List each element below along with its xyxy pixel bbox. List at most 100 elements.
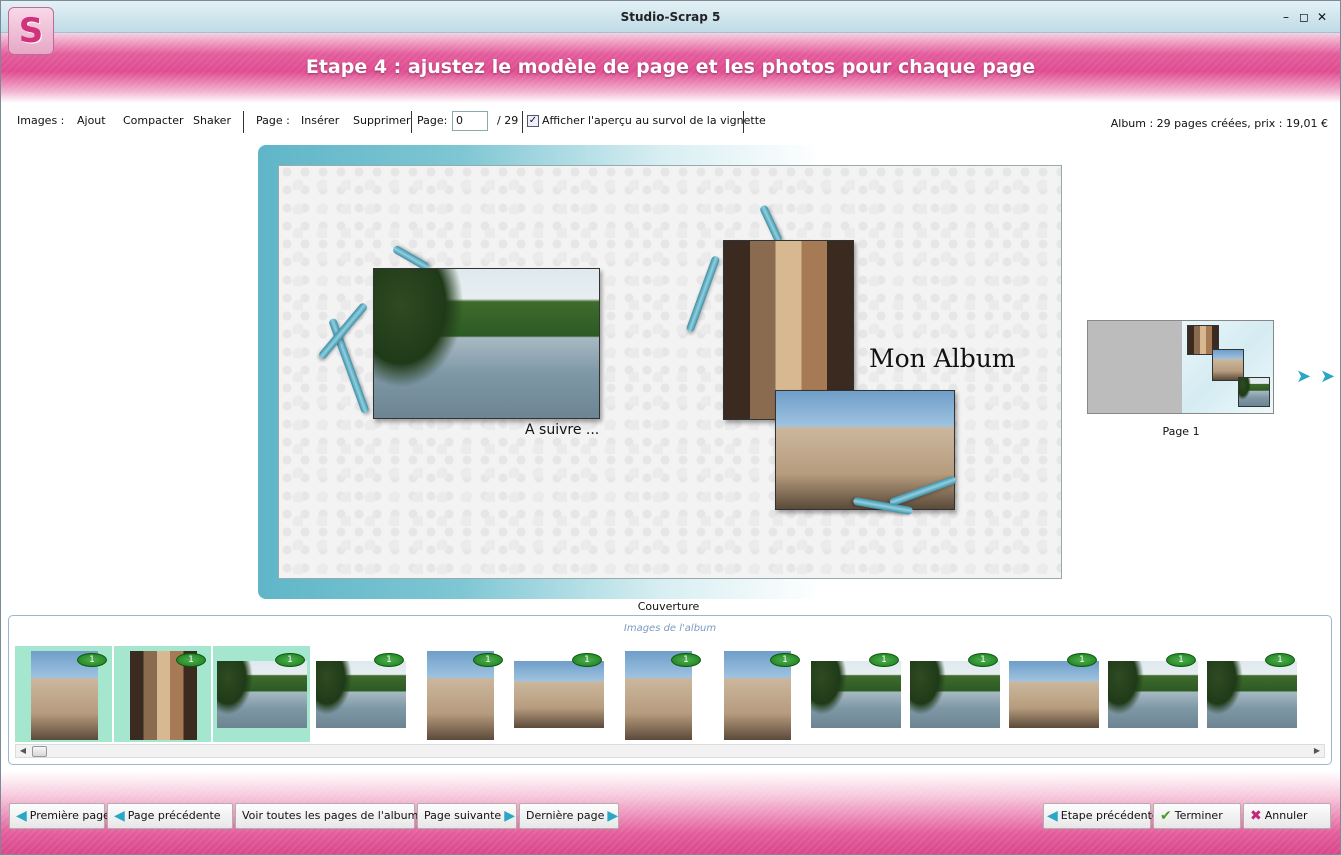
first-page-button[interactable]: ◀ Première page <box>9 803 110 829</box>
left-caption-text[interactable]: A suivre ... <box>525 422 599 438</box>
arrow-right-icon: ▶ <box>607 808 619 824</box>
image-thumbnail[interactable]: 1 <box>609 646 706 742</box>
image-thumbnail[interactable]: 1 <box>510 646 607 742</box>
usage-count-badge: 1 <box>671 653 701 667</box>
first-page-label: Première page <box>29 809 110 822</box>
image-thumbnail[interactable]: 1 <box>1203 646 1300 742</box>
usage-count-badge: 1 <box>572 653 602 667</box>
image-strip-scrollbar[interactable]: ◀ ▶ <box>15 744 1325 758</box>
thumbnail-image <box>811 661 901 728</box>
arrow-left-icon: ◀ <box>1047 808 1058 824</box>
view-all-pages-button[interactable]: Voir toutes les pages de l'album <box>235 803 419 829</box>
step-title: Etape 4 : ajustez le modèle de page et l… <box>305 56 1036 78</box>
next-page-caption: Page 1 <box>1162 425 1200 438</box>
image-thumbnail[interactable]: 1 <box>906 646 1003 742</box>
toolbar-divider <box>522 111 523 133</box>
ribbon-decoration <box>685 255 721 333</box>
cancel-button[interactable]: ✖ Annuler <box>1243 803 1331 829</box>
add-images-button[interactable]: Ajout <box>77 114 106 127</box>
last-arrow-icon[interactable]: ➤ <box>1320 368 1338 386</box>
minimize-icon[interactable]: – <box>1279 10 1293 24</box>
compact-button[interactable]: Compacter <box>123 114 184 127</box>
previous-page-button[interactable]: ◀ Page précédente <box>107 803 233 829</box>
toolbar: Images : Ajout Compacter Shaker Page : I… <box>1 109 1340 135</box>
preview-checkbox[interactable]: ✓ <box>527 115 539 127</box>
thumbnail-image <box>1108 661 1198 728</box>
next-page-thumbnail[interactable] <box>1087 320 1274 414</box>
next-page-button[interactable]: Page suivante ▶ <box>417 803 517 829</box>
cancel-label: Annuler <box>1264 809 1308 822</box>
images-label: Images : <box>17 114 65 127</box>
image-thumbnail[interactable]: 1 <box>807 646 904 742</box>
title-bar: Studio-Scrap 5 – ◻ ✕ <box>1 1 1340 33</box>
ribbon-decoration <box>758 204 784 244</box>
next-arrow-icon[interactable]: ➤ <box>1296 368 1314 386</box>
toolbar-divider <box>243 111 244 133</box>
usage-count-badge: 1 <box>473 653 503 667</box>
usage-count-badge: 1 <box>176 653 206 667</box>
page-number-input[interactable]: 0 <box>452 111 488 131</box>
page-canvas[interactable]: A suivre ... Mon Album <box>278 165 1062 579</box>
close-icon[interactable]: ✕ <box>1315 10 1329 24</box>
arrow-left-icon: ◀ <box>16 808 27 824</box>
insert-page-button[interactable]: Insérer <box>301 114 339 127</box>
maximize-icon[interactable]: ◻ <box>1297 10 1311 24</box>
image-thumbnail[interactable]: 1 <box>213 646 310 742</box>
page-field-label: Page: <box>417 114 448 127</box>
shaker-button[interactable]: Shaker <box>193 114 231 127</box>
toolbar-divider <box>411 111 412 133</box>
scroll-left-icon[interactable]: ◀ <box>17 745 29 757</box>
app-window: Studio-Scrap 5 – ◻ ✕ S Etape 4 : ajustez… <box>0 0 1341 855</box>
image-thumbnail[interactable]: 1 <box>15 646 112 742</box>
image-thumbnail[interactable]: 1 <box>1104 646 1201 742</box>
last-page-label: Dernière page <box>526 809 605 822</box>
usage-count-badge: 1 <box>1265 653 1295 667</box>
page-caption: Couverture <box>637 600 700 613</box>
usage-count-badge: 1 <box>1166 653 1196 667</box>
delete-page-button[interactable]: Supprimer <box>353 114 411 127</box>
image-thumbnail[interactable]: 1 <box>708 646 805 742</box>
thumbnail-left-half <box>1088 321 1182 413</box>
usage-count-badge: 1 <box>770 653 800 667</box>
previous-page-label: Page précédente <box>127 809 221 822</box>
finish-label: Terminer <box>1174 809 1223 822</box>
usage-count-badge: 1 <box>374 653 404 667</box>
image-strip: 1 1 1 1 1 1 1 1 1 1 1 1 1 <box>15 646 1325 742</box>
previous-step-button[interactable]: ◀ Etape précédente <box>1043 803 1159 829</box>
usage-count-badge: 1 <box>968 653 998 667</box>
previous-step-label: Etape précédente <box>1060 809 1159 822</box>
arrow-right-icon: ▶ <box>504 808 515 824</box>
image-thumbnail[interactable]: 1 <box>312 646 409 742</box>
window-title: Studio-Scrap 5 <box>620 10 721 24</box>
toolbar-divider <box>743 111 744 133</box>
thumbnail-image <box>217 661 307 728</box>
photo-harbor[interactable] <box>373 268 600 419</box>
thumbnail-right-half <box>1182 321 1273 413</box>
thumbnail-image <box>910 661 1000 728</box>
thumbnail-image <box>514 661 604 728</box>
page-label: Page : <box>256 114 290 127</box>
arrow-left-icon: ◀ <box>114 808 125 824</box>
page-total: / 29 <box>497 114 519 127</box>
image-thumbnail[interactable]: 1 <box>114 646 211 742</box>
usage-count-badge: 1 <box>1067 653 1097 667</box>
app-logo-icon: S <box>8 7 54 55</box>
image-thumbnail[interactable]: 1 <box>411 646 508 742</box>
usage-count-badge: 1 <box>275 653 305 667</box>
scroll-right-icon[interactable]: ▶ <box>1311 745 1323 757</box>
thumbnail-image <box>1207 661 1297 728</box>
thumbnail-image <box>1009 661 1099 728</box>
usage-count-badge: 1 <box>77 653 107 667</box>
album-images-panel: Images de l'album 1 1 1 1 1 1 1 1 1 1 1 … <box>8 615 1332 765</box>
album-title-text[interactable]: Mon Album <box>869 344 1016 373</box>
last-page-button[interactable]: Dernière page ▶ <box>519 803 619 829</box>
scrollbar-thumb[interactable] <box>32 746 47 757</box>
image-thumbnail[interactable]: 1 <box>1005 646 1102 742</box>
thumbnail-image <box>316 661 406 728</box>
usage-count-badge: 1 <box>869 653 899 667</box>
finish-button[interactable]: ✔ Terminer <box>1153 803 1241 829</box>
cancel-x-icon: ✖ <box>1250 808 1262 824</box>
view-all-pages-label: Voir toutes les pages de l'album <box>242 809 419 822</box>
album-info: Album : 29 pages créées, prix : 19,01 € <box>1110 117 1328 130</box>
preview-checkbox-label[interactable]: Afficher l'aperçu au survol de la vignet… <box>542 114 766 127</box>
